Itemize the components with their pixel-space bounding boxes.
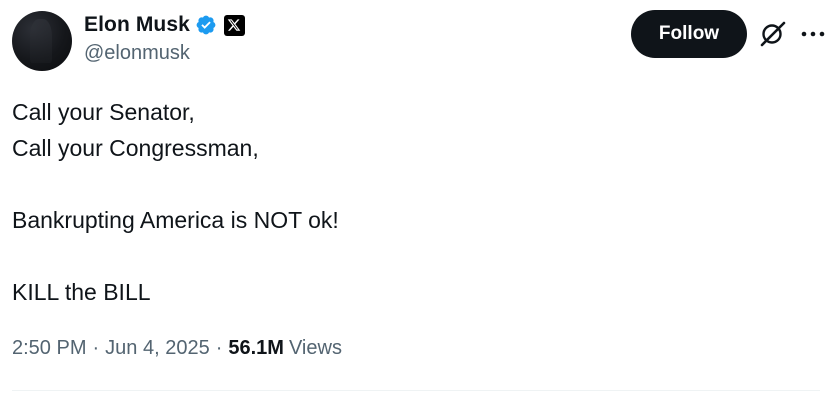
author-display-name[interactable]: Elon Musk bbox=[84, 13, 190, 37]
tweet-text-line bbox=[12, 166, 339, 202]
tweet-text-line: KILL the BILL bbox=[12, 279, 151, 305]
tweet: Elon Musk @elonmusk Follow Call your Sen… bbox=[0, 0, 832, 403]
author-handle[interactable]: @elonmusk bbox=[84, 42, 190, 65]
tweet-text-line bbox=[12, 238, 339, 274]
grok-icon[interactable] bbox=[759, 20, 787, 48]
views-count[interactable]: 56.1M bbox=[228, 337, 284, 360]
tweet-time[interactable]: 2:50 PM bbox=[12, 337, 86, 360]
author-name-row: Elon Musk bbox=[84, 10, 245, 40]
meta-separator: · bbox=[215, 337, 223, 359]
avatar[interactable] bbox=[12, 11, 72, 71]
divider bbox=[12, 390, 820, 391]
tweet-text-line: Call your Senator, bbox=[12, 99, 195, 125]
follow-button[interactable]: Follow bbox=[631, 10, 747, 58]
views-label: Views bbox=[288, 337, 342, 359]
tweet-text-line: Call your Congressman, bbox=[12, 135, 259, 161]
tweet-text: Call your Senator, Call your Congressman… bbox=[12, 94, 339, 310]
avatar-silhouette bbox=[30, 19, 52, 63]
meta-separator: · bbox=[92, 337, 100, 359]
verified-badge-icon bbox=[196, 15, 216, 35]
tweet-date[interactable]: Jun 4, 2025 bbox=[105, 337, 210, 360]
tweet-meta: 2:50 PM · Jun 4, 2025 · 56.1M Views bbox=[12, 337, 342, 360]
x-logo-icon[interactable] bbox=[223, 14, 245, 36]
more-icon[interactable] bbox=[800, 24, 826, 44]
tweet-text-line: Bankrupting America is NOT ok! bbox=[12, 207, 339, 233]
